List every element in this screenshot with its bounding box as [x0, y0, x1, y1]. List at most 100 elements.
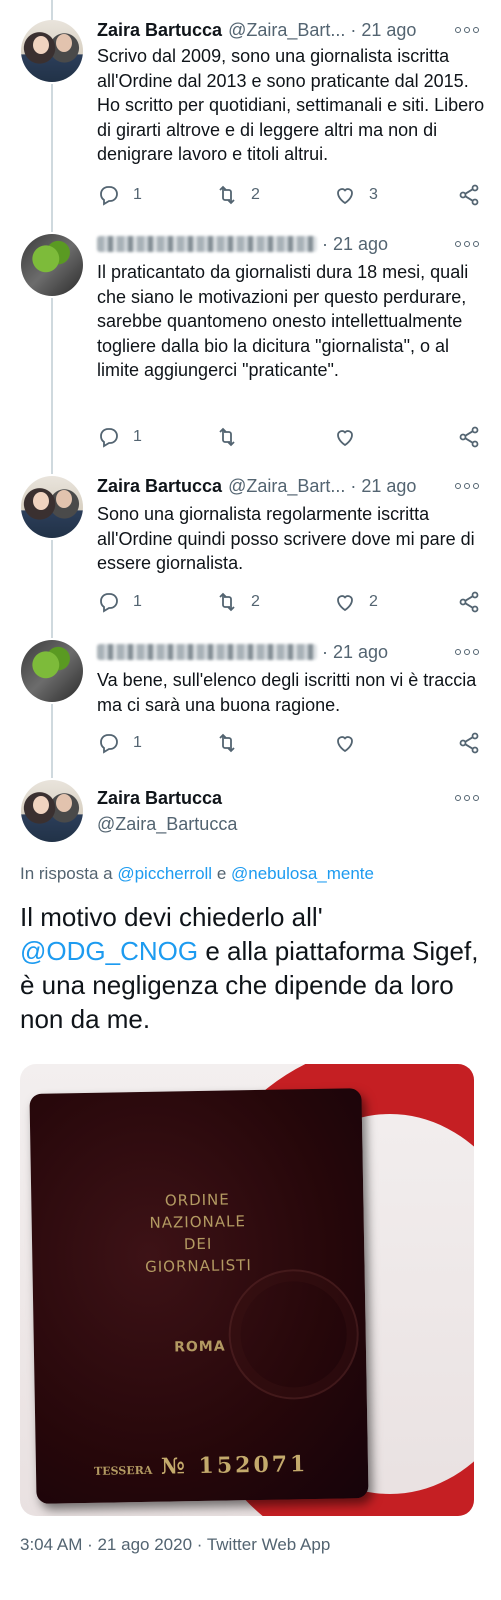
reply-icon: [100, 186, 118, 206]
avatar[interactable]: [21, 20, 83, 82]
tweet-header: Zaira Bartucca: [97, 784, 481, 812]
reply-icon: [100, 593, 118, 613]
heart-icon: [337, 736, 353, 753]
heart-icon: [337, 430, 353, 447]
user-handle[interactable]: @Zaira_Bart...: [228, 20, 345, 41]
tessera-number: № 152071: [160, 1451, 309, 1480]
share-icon: [459, 184, 479, 206]
reply-and: e: [216, 864, 227, 883]
reply-count: 1: [133, 186, 142, 203]
share-button[interactable]: [457, 728, 481, 758]
display-name[interactable]: Zaira Bartucca: [97, 788, 222, 809]
share-button[interactable]: [457, 180, 481, 210]
more-options-icon[interactable]: [455, 481, 479, 491]
tweet[interactable]: · 21 ago Il praticantato da giornalisti …: [0, 232, 501, 474]
tweet[interactable]: Zaira Bartucca @Zaira_Bart... · 21 ago S…: [0, 474, 501, 638]
share-icon: [459, 591, 479, 613]
tessera-label: TESSERA: [93, 1463, 153, 1478]
tweet-header: Zaira Bartucca @Zaira_Bart... · 21 ago: [97, 16, 481, 44]
tweet-header: Zaira Bartucca @Zaira_Bart... · 21 ago: [97, 472, 481, 500]
more-options-icon[interactable]: [455, 793, 479, 803]
timestamp[interactable]: 21 ago: [361, 20, 416, 41]
retweet-button[interactable]: [215, 728, 239, 758]
tweet-text: Il motivo devi chiederlo all' @ODG_CNOG …: [20, 900, 487, 1036]
timestamp[interactable]: 21 ago: [333, 234, 388, 255]
like-button[interactable]: 2: [333, 587, 378, 617]
like-count: 3: [369, 186, 378, 203]
reply-count: 1: [133, 593, 142, 610]
reply-button[interactable]: 1: [97, 728, 142, 758]
separator-dot: ·: [322, 641, 328, 662]
more-options-icon[interactable]: [455, 647, 479, 657]
handle-row: @Zaira_Bartucca: [97, 810, 481, 838]
mention-link[interactable]: @nebulosa_mente: [231, 864, 374, 883]
redacted-name: [97, 644, 317, 660]
retweet-icon: [219, 733, 235, 753]
reply-count: 1: [133, 428, 142, 445]
avatar[interactable]: [21, 640, 83, 702]
tweet-actions: 1 2 2: [97, 587, 481, 617]
avatar[interactable]: [21, 780, 83, 842]
share-button[interactable]: [457, 587, 481, 617]
tweet-text: Sono una giornalista regolarmente iscrit…: [97, 504, 475, 573]
avatar[interactable]: [21, 234, 83, 296]
tweet-text: Il praticantato da giornalisti dura 18 m…: [97, 262, 469, 380]
user-handle[interactable]: @Zaira_Bartucca: [97, 814, 237, 835]
tweet-text-part: Il motivo devi chiederlo all': [20, 902, 323, 932]
reply-button[interactable]: 1: [97, 422, 142, 452]
retweet-icon: [219, 427, 235, 447]
timestamp[interactable]: 21 ago: [333, 642, 388, 663]
separator-dot: ·: [350, 475, 357, 496]
reply-prefix: In risposta a: [20, 864, 113, 883]
like-count: 2: [369, 593, 378, 610]
book-text: NAZIONALE: [149, 1212, 247, 1232]
press-card-book: ORDINE NAZIONALE DEI GIORNALISTI ROMA TE…: [29, 1088, 369, 1504]
reply-button[interactable]: 1: [97, 587, 142, 617]
like-button[interactable]: [333, 728, 357, 758]
redacted-name: [97, 236, 317, 252]
tweet-actions: 1 2 3: [97, 180, 481, 210]
retweet-icon: [219, 592, 235, 612]
retweet-button[interactable]: 2: [215, 587, 260, 617]
reply-count: 1: [133, 734, 142, 751]
embossed-seal: [227, 1268, 360, 1401]
more-options-icon[interactable]: [455, 25, 479, 35]
separator-dot: ·: [350, 19, 357, 40]
tweet-header: · 21 ago: [97, 230, 481, 258]
reply-button[interactable]: 1: [97, 180, 142, 210]
tweet-actions: 1: [97, 728, 481, 758]
tweet-text: Scrivo dal 2009, sono una giornalista is…: [97, 46, 485, 164]
user-handle[interactable]: @Zaira_Bart...: [228, 476, 345, 497]
tweet[interactable]: Zaira Bartucca @Zaira_Bart... · 21 ago S…: [0, 0, 501, 232]
book-text: DEI: [183, 1234, 213, 1254]
retweet-count: 2: [251, 593, 260, 610]
like-button[interactable]: [333, 422, 357, 452]
mention-link[interactable]: @ODG_CNOG: [20, 936, 198, 966]
heart-icon: [337, 188, 353, 205]
share-icon: [459, 426, 479, 448]
retweet-button[interactable]: 2: [215, 180, 260, 210]
display-name[interactable]: Zaira Bartucca: [97, 476, 222, 497]
display-name[interactable]: Zaira Bartucca: [97, 20, 222, 41]
tweet-photo[interactable]: ORDINE NAZIONALE DEI GIORNALISTI ROMA TE…: [20, 1064, 474, 1516]
reply-context: In risposta a @piccherroll e @nebulosa_m…: [20, 864, 374, 884]
tweet-header: · 21 ago: [97, 638, 481, 666]
separator-dot: ·: [322, 233, 328, 254]
retweet-icon: [219, 185, 235, 205]
tweet-actions: 1: [97, 422, 481, 452]
tweet-timestamp-footer[interactable]: 3:04 AM · 21 ago 2020 · Twitter Web App: [20, 1535, 330, 1555]
tweet[interactable]: · 21 ago Va bene, sull'elenco degli iscr…: [0, 638, 501, 778]
share-icon: [459, 732, 479, 754]
tweet-text: Va bene, sull'elenco degli iscritti non …: [97, 670, 477, 715]
retweet-button[interactable]: [215, 422, 239, 452]
heart-icon: [337, 595, 353, 612]
timestamp[interactable]: 21 ago: [361, 476, 416, 497]
retweet-count: 2: [251, 186, 260, 203]
reply-icon: [100, 734, 118, 754]
share-button[interactable]: [457, 422, 481, 452]
like-button[interactable]: 3: [333, 180, 378, 210]
mention-link[interactable]: @piccherroll: [117, 864, 212, 883]
avatar[interactable]: [21, 476, 83, 538]
book-text: ORDINE: [164, 1190, 230, 1210]
more-options-icon[interactable]: [455, 239, 479, 249]
